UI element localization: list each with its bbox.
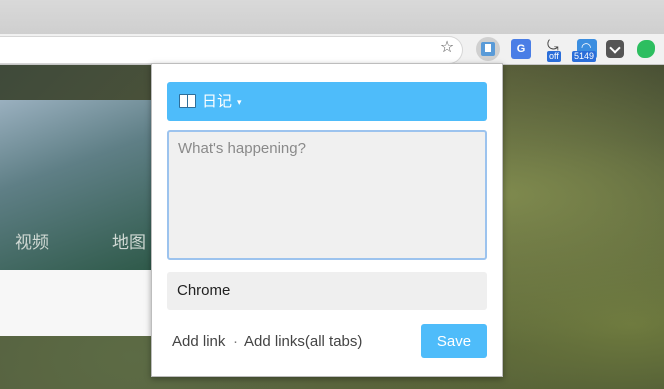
- extension-icon[interactable]: [476, 37, 500, 61]
- extension-glyph: [481, 42, 495, 56]
- add-links-all-tabs-button[interactable]: Add links(all tabs): [244, 333, 362, 350]
- rss-icon[interactable]: ◠ 5149: [572, 39, 597, 62]
- extension-popup: 日记 ▾ Chrome Add link · Add links(all tab…: [151, 63, 503, 377]
- page-nav-map[interactable]: 地图: [112, 228, 146, 253]
- browser-tab-strip: [0, 0, 664, 34]
- link-separator: ·: [233, 333, 238, 350]
- source-field[interactable]: Chrome: [167, 272, 487, 310]
- evernote-icon[interactable]: [637, 40, 655, 58]
- sync-icon[interactable]: ⤿ off: [545, 37, 565, 62]
- page-nav-video[interactable]: 视频: [15, 228, 49, 253]
- chevron-down-icon: ▾: [237, 97, 242, 107]
- category-selector[interactable]: 日记 ▾: [167, 82, 487, 121]
- rss-badge: 5149: [572, 51, 597, 62]
- note-textarea[interactable]: [167, 130, 487, 260]
- save-button[interactable]: Save: [421, 324, 487, 358]
- add-link-button[interactable]: Add link: [172, 333, 225, 350]
- address-bar[interactable]: [0, 36, 463, 64]
- pocket-icon[interactable]: [606, 40, 624, 58]
- category-label: 日记: [202, 92, 233, 110]
- translate-icon[interactable]: G: [511, 39, 531, 59]
- bookmark-star-icon[interactable]: ☆: [438, 39, 456, 57]
- page-panel: [0, 270, 152, 336]
- browser-toolbar: ☆ G ⤿ off ◠ 5149: [0, 34, 664, 65]
- book-icon: [179, 94, 196, 108]
- sync-badge: off: [547, 51, 561, 62]
